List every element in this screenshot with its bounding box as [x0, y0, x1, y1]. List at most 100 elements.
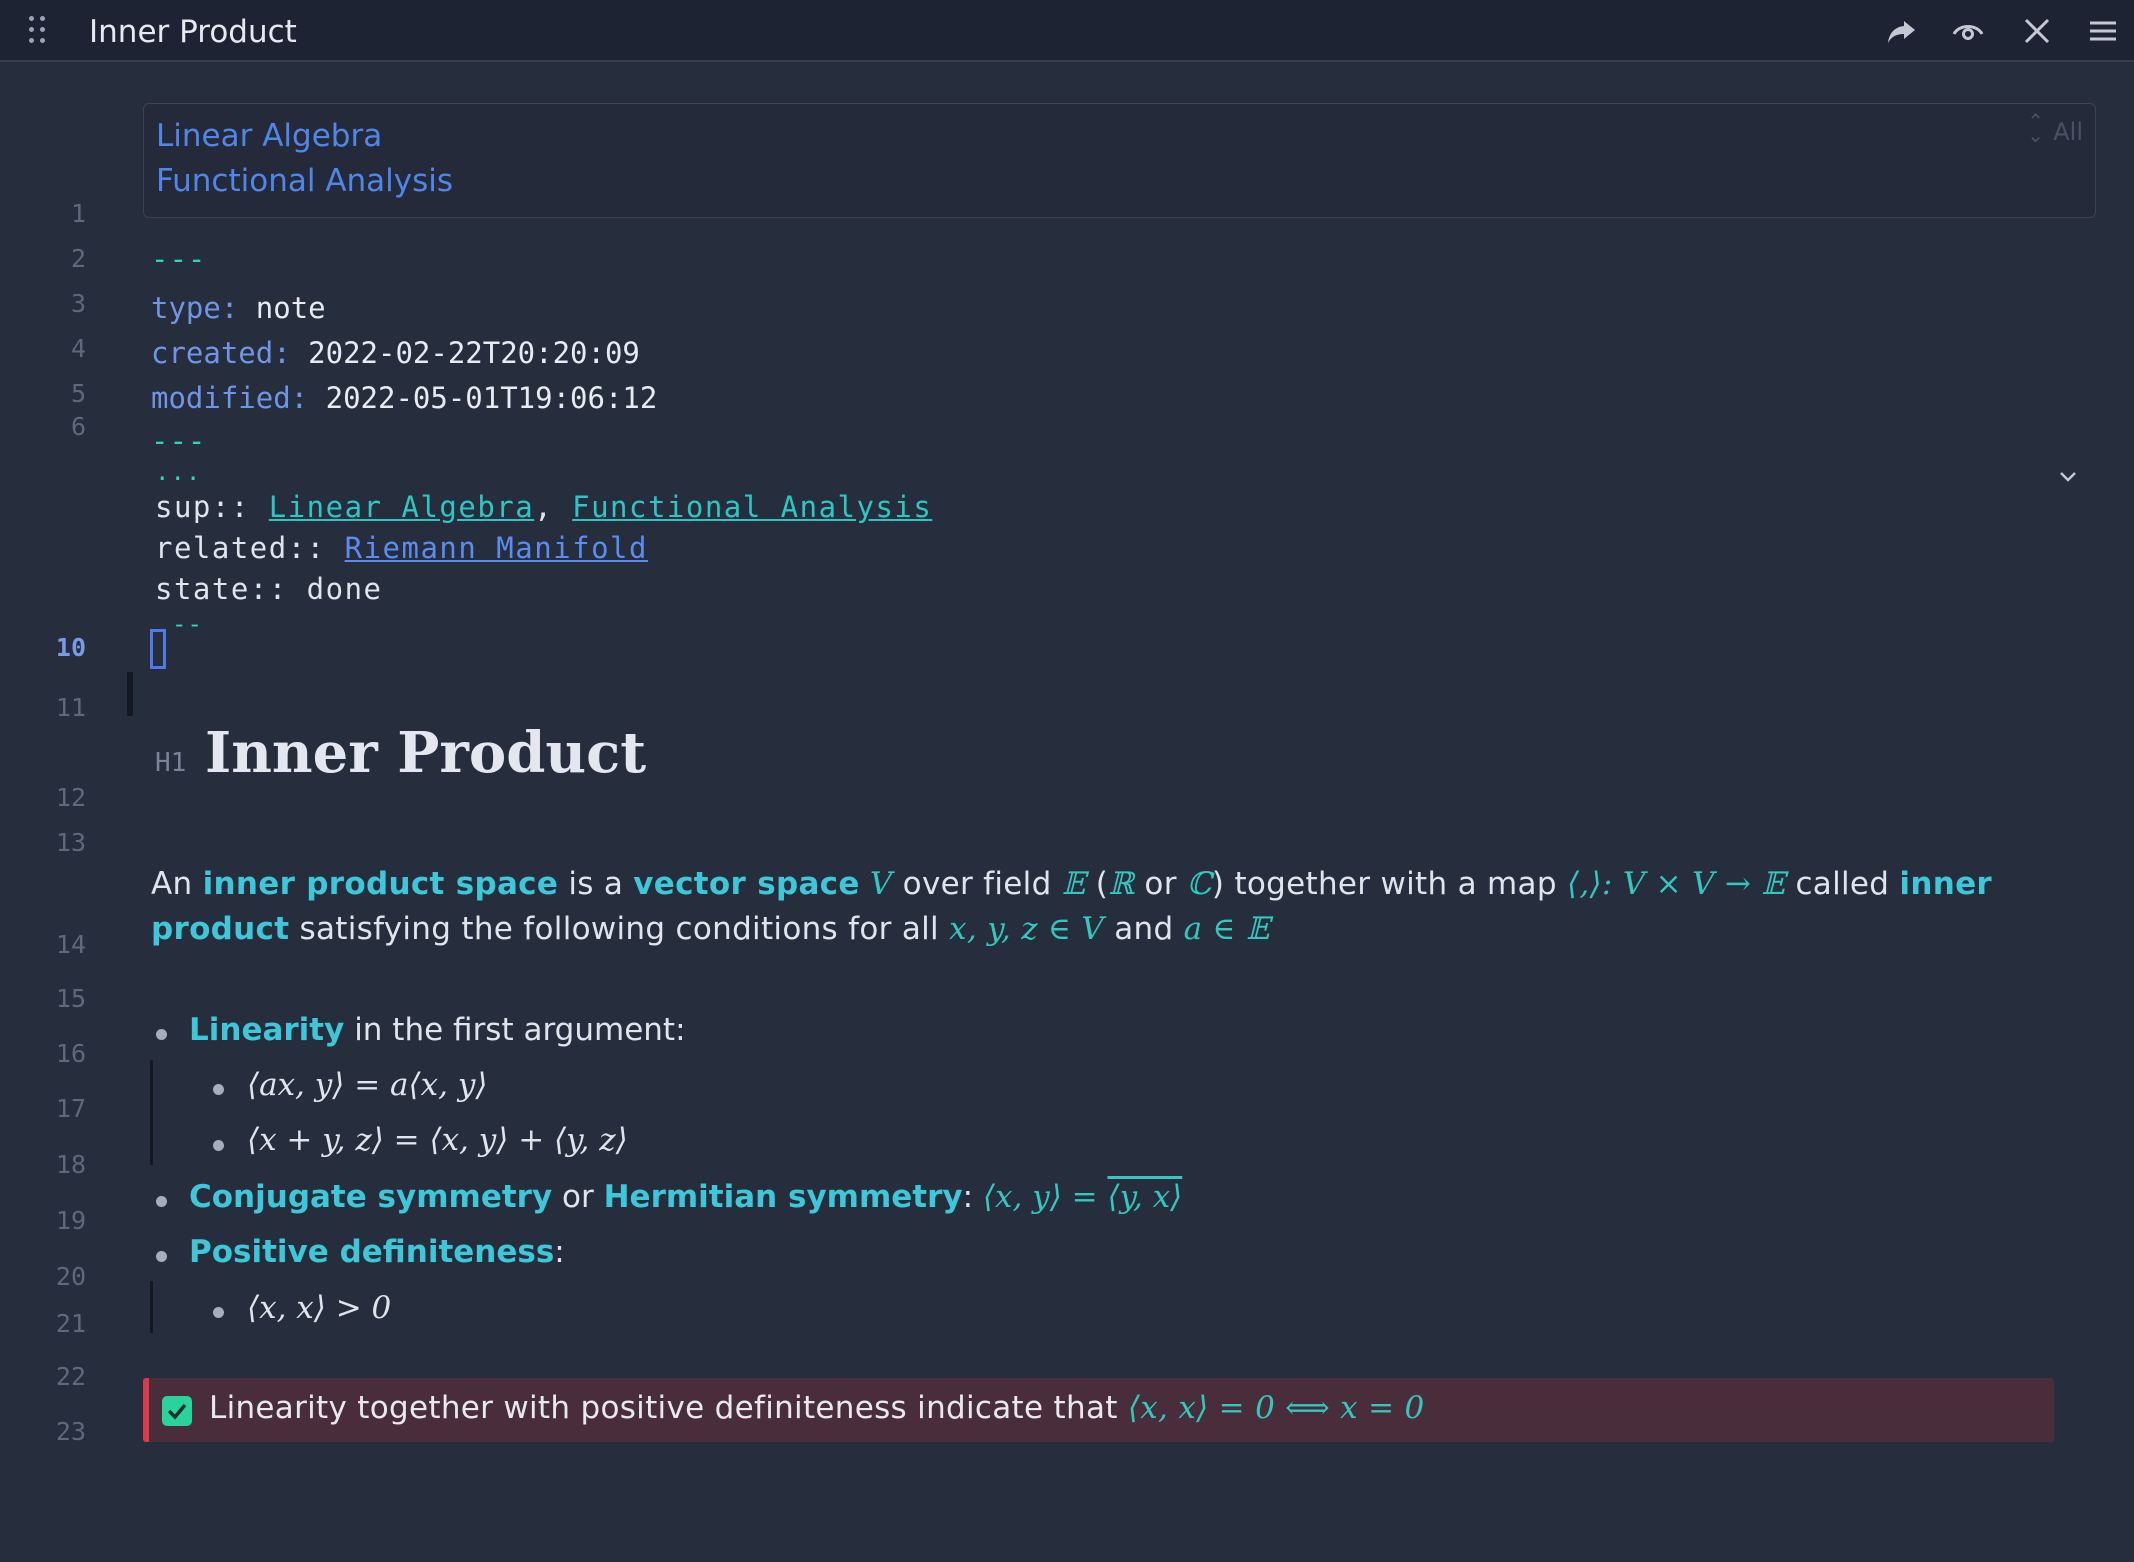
math-inline: V: [859, 866, 903, 902]
text-run: An: [151, 866, 203, 902]
property-sup: sup:: Linear Algebra, Functional Analysi…: [155, 490, 932, 524]
frontmatter-value: 2022-05-01T19:06:12: [325, 381, 658, 415]
math-inline: ℝ: [1108, 866, 1135, 902]
internal-link[interactable]: Riemann Manifold: [345, 531, 648, 565]
text-run: satisfying the following conditions for …: [289, 911, 950, 947]
eye-icon[interactable]: [1951, 14, 1985, 48]
text-run: ) together with a map: [1211, 866, 1567, 902]
line-number: 3: [70, 289, 86, 318]
bullet-icon: [213, 1140, 224, 1151]
frontmatter-tail: --: [172, 610, 203, 638]
frontmatter-value: 2022-02-22T20:20:09: [308, 336, 640, 370]
frontmatter-modified[interactable]: modified: 2022-05-01T19:06:12: [151, 381, 657, 415]
text-run: :: [962, 1179, 983, 1215]
cursor-marker: [127, 672, 133, 716]
text-run: :: [554, 1234, 565, 1270]
frontmatter-open: ---: [151, 242, 206, 276]
bold-term: Conjugate symmetry: [189, 1179, 553, 1215]
frontmatter-dashes: --: [172, 610, 203, 638]
text-run: or: [1134, 866, 1187, 902]
line-number: 12: [55, 783, 86, 812]
ellipsis-text: ...: [155, 458, 202, 486]
property-state: state:: done: [155, 572, 383, 606]
share-icon[interactable]: [1884, 14, 1918, 48]
text-run: Linearity together with positive definit…: [209, 1390, 1128, 1426]
math-inline: ⟨x, y⟩ =: [982, 1179, 1108, 1215]
math-inline: a ∈ 𝔼: [1183, 911, 1270, 947]
line-number: 4: [70, 334, 86, 363]
chevron-down-icon[interactable]: [2053, 462, 2083, 492]
list-item-equation[interactable]: ⟨ax, y⟩ = a⟨x, y⟩: [247, 1067, 487, 1103]
frontmatter-key: modified:: [151, 381, 309, 415]
line-number: 16: [55, 1039, 86, 1068]
line-number: 21: [55, 1309, 86, 1338]
frontmatter-ellipsis: ...: [155, 458, 201, 486]
text-cursor: [150, 629, 166, 669]
drag-handle-icon[interactable]: [26, 14, 48, 44]
line-number: 2: [70, 244, 86, 273]
frontmatter-created[interactable]: created: 2022-02-22T20:20:09: [151, 336, 640, 370]
bold-term: vector space: [633, 866, 860, 902]
frontmatter-value: note: [255, 291, 326, 325]
math-inline: 𝔼: [1061, 866, 1086, 902]
checkbox-icon[interactable]: [162, 1396, 192, 1426]
math-inline: x, y, z ∈ V: [949, 911, 1105, 947]
internal-link[interactable]: Linear Algebra: [269, 490, 534, 524]
frontmatter-dashes: ---: [151, 424, 207, 458]
text-run: is a: [558, 866, 634, 902]
bullet-icon: [213, 1307, 224, 1318]
line-number-gutter: 1 2 3 4 5 6 10 11 12 13 14 15 16 17 18 1…: [0, 62, 120, 1562]
text-run: and: [1104, 911, 1184, 947]
title-bar: Inner Product: [0, 0, 2134, 62]
tag-box[interactable]: Linear Algebra Functional Analysis ⌃ ⌄ Al…: [143, 103, 2096, 218]
bullet-icon: [156, 1196, 167, 1207]
indent-guide: [150, 1281, 153, 1333]
line-number: 11: [55, 693, 86, 722]
math-inline: ⟨y, x⟩: [1107, 1179, 1183, 1215]
bullet-icon: [213, 1084, 224, 1095]
page-title: Inner Product: [89, 14, 297, 50]
line-number: 18: [55, 1150, 86, 1179]
list-item-symmetry[interactable]: Conjugate symmetry or Hermitian symmetry…: [189, 1179, 1182, 1215]
tag-item[interactable]: Linear Algebra: [156, 118, 382, 154]
line-number: 1: [70, 199, 86, 228]
heading-1[interactable]: Inner Product: [205, 720, 646, 786]
line-number: 23: [55, 1417, 86, 1446]
line-number: 6: [70, 412, 86, 441]
bullet-icon: [156, 1251, 167, 1262]
menu-icon[interactable]: [2086, 14, 2120, 48]
list-item-equation[interactable]: ⟨x, x⟩ > 0: [247, 1290, 391, 1326]
line-number: 14: [55, 930, 86, 959]
text-run: over field: [902, 866, 1062, 902]
text-run: in the first argument:: [344, 1012, 686, 1048]
list-item-equation[interactable]: ⟨x + y, z⟩ = ⟨x, y⟩ + ⟨y, z⟩: [247, 1122, 628, 1158]
line-number-active: 10: [55, 633, 86, 662]
indent-guide: [150, 1060, 153, 1165]
list-item-linearity[interactable]: Linearity in the first argument:: [189, 1012, 686, 1048]
line-number: 22: [55, 1362, 86, 1391]
list-item-positive[interactable]: Positive definiteness:: [189, 1234, 565, 1270]
frontmatter-dashes: ---: [151, 242, 207, 276]
line-number: 17: [55, 1094, 86, 1123]
heading-level-tag: H1: [155, 748, 187, 778]
line-number: 19: [55, 1206, 86, 1235]
text-run: or: [552, 1179, 604, 1215]
property-related: related:: Riemann Manifold: [155, 531, 648, 565]
line-number: 5: [70, 379, 86, 408]
sort-arrows-icon: ⌃ ⌄: [2027, 109, 2044, 147]
frontmatter-type[interactable]: type: note: [151, 291, 326, 325]
property-key: sup::: [155, 490, 269, 524]
close-icon[interactable]: [2020, 14, 2054, 48]
callout-block[interactable]: Linearity together with positive definit…: [143, 1378, 2054, 1442]
tag-item[interactable]: Functional Analysis: [156, 163, 453, 199]
separator: ,: [534, 490, 573, 524]
bold-term: Hermitian symmetry: [603, 1179, 963, 1215]
line-number: 13: [55, 828, 86, 857]
paragraph[interactable]: An inner product space is a vector space…: [151, 862, 2051, 952]
math-inline: ℂ: [1186, 866, 1212, 902]
text-run: called: [1785, 866, 1900, 902]
internal-link[interactable]: Functional Analysis: [572, 490, 932, 524]
all-badge[interactable]: ⌃ ⌄ All: [2027, 111, 2083, 146]
math-inline: ⟨,⟩: V × V → 𝔼: [1566, 866, 1786, 902]
callout-text: Linearity together with positive definit…: [209, 1390, 1425, 1426]
